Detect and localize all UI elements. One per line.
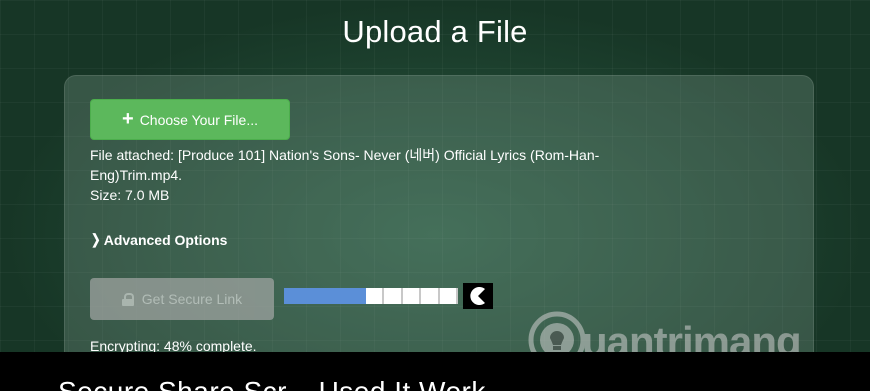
choose-file-label: Choose Your File... [139, 111, 258, 128]
bottom-caption-bar: Secure Share Scr... Used It Work... [0, 352, 870, 391]
pacman-icon [463, 283, 493, 309]
progress-segment [349, 288, 367, 304]
choose-file-button[interactable]: + Choose Your File... [90, 99, 290, 140]
file-size-text: Size: 7.0 MB [90, 187, 170, 203]
progress-segment [366, 288, 385, 304]
get-secure-link-button[interactable]: Get Secure Link [90, 278, 274, 320]
chevron-right-icon: ❯ [91, 231, 101, 247]
file-attached-text: File attached: [Produce 101] Nation's So… [90, 145, 599, 205]
file-attached-line-2: Eng)Trim.mp4. [90, 167, 183, 183]
progress-segment [300, 288, 317, 304]
progress-segment [284, 288, 301, 304]
advanced-options-label: Advanced Options [103, 231, 228, 248]
progress-segment [333, 288, 350, 304]
lock-icon [121, 292, 134, 306]
progress-segment [402, 288, 422, 304]
encryption-progress-bar [284, 288, 459, 304]
bottom-caption-text: Secure Share Scr... Used It Work... [58, 376, 511, 391]
page-title: Upload a File [342, 14, 528, 49]
advanced-options-toggle[interactable]: ❯ Advanced Options [90, 231, 227, 248]
progress-segment [439, 288, 459, 304]
plus-icon: + [122, 107, 134, 130]
get-secure-link-label: Get Secure Link [141, 291, 243, 307]
progress-segment [384, 288, 403, 304]
file-attached-line-1: File attached: [Produce 101] Nation's So… [90, 147, 600, 163]
progress-segment [316, 288, 334, 304]
progress-segment [421, 288, 440, 304]
